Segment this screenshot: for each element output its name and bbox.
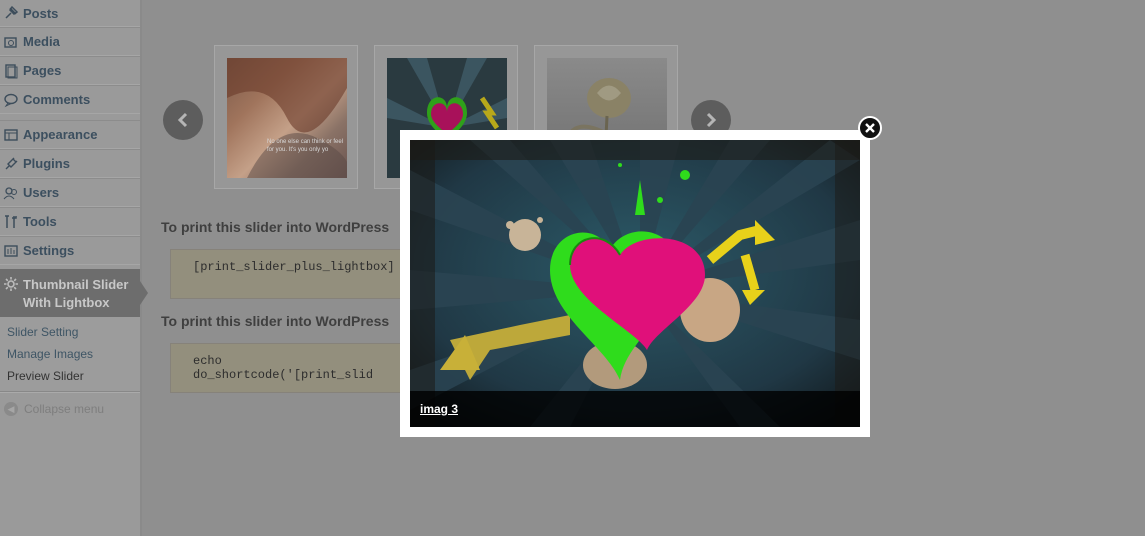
submenu-manage-images[interactable]: Manage Images xyxy=(0,343,140,365)
gear-icon xyxy=(3,276,19,292)
tools-icon xyxy=(3,214,19,230)
sidebar-item-users[interactable]: Users xyxy=(0,178,140,207)
sidebar-item-settings[interactable]: Settings xyxy=(0,236,140,265)
submenu-slider-setting[interactable]: Slider Setting xyxy=(0,321,140,343)
submenu-preview-slider[interactable]: Preview Slider xyxy=(0,365,140,387)
sidebar-item-label: Appearance xyxy=(23,127,98,142)
plugin-submenu: Slider Setting Manage Images Preview Sli… xyxy=(0,317,140,392)
sidebar-item-label: Settings xyxy=(23,243,75,258)
lightbox-caption-bar: imag 3 xyxy=(410,391,860,427)
plugins-icon xyxy=(3,156,19,172)
settings-icon xyxy=(3,243,19,259)
sidebar-item-comments[interactable]: Comments xyxy=(0,85,140,114)
php-code-box[interactable]: echo do_shortcode('[print_slid xyxy=(170,343,410,393)
sidebar-item-posts[interactable]: Posts xyxy=(0,0,140,27)
sidebar-item-label: Users xyxy=(23,185,60,200)
pin-icon xyxy=(3,5,19,21)
comments-icon xyxy=(3,92,19,108)
sidebar-item-label: Comments xyxy=(23,92,91,107)
sidebar-item-label: Pages xyxy=(23,63,62,78)
collapse-arrow-icon: ◀ xyxy=(4,402,18,416)
close-icon xyxy=(865,123,875,133)
shortcode-heading: To print this slider into WordPress xyxy=(161,219,390,235)
collapse-menu-label: Collapse menu xyxy=(24,402,105,416)
php-code-text: echo do_shortcode('[print_slid xyxy=(193,354,374,382)
sidebar-item-label: Thumbnail Slider With Lightbox xyxy=(23,277,129,310)
sidebar-item-media[interactable]: Media xyxy=(0,27,140,56)
lightbox-image-heart: imag 3 xyxy=(410,140,860,427)
shortcode-text: [print_slider_plus_lightbox] xyxy=(193,260,395,274)
thumbnail-caption: No one else can think or feel for you. I… xyxy=(267,139,344,153)
media-icon xyxy=(3,34,19,50)
admin-sidebar: Posts Media Pages Comments Appearance Pl… xyxy=(0,0,148,536)
lightbox-caption[interactable]: imag 3 xyxy=(420,402,458,416)
chevron-left-icon xyxy=(177,112,188,128)
sidebar-item-thumbnail-slider[interactable]: Thumbnail Slider With Lightbox xyxy=(0,269,148,317)
lightbox-popup: imag 3 xyxy=(400,130,870,437)
appearance-icon xyxy=(3,127,19,143)
pages-icon xyxy=(3,63,19,79)
sidebar-item-tools[interactable]: Tools xyxy=(0,207,140,236)
sidebar-item-appearance[interactable]: Appearance xyxy=(0,120,140,149)
sidebar-item-label: Posts xyxy=(23,5,59,21)
users-icon xyxy=(3,185,19,201)
slider-prev-button[interactable] xyxy=(163,100,203,140)
collapse-menu-button[interactable]: ◀ Collapse menu xyxy=(0,392,140,425)
shortcode-box[interactable]: [print_slider_plus_lightbox] xyxy=(170,249,410,299)
sidebar-item-label: Plugins xyxy=(23,156,70,171)
sidebar-item-pages[interactable]: Pages xyxy=(0,56,140,85)
slider-thumbnail-1[interactable]: No one else can think or feel for you. I… xyxy=(214,45,358,189)
sidebar-item-label: Media xyxy=(23,34,60,49)
thumbnail-image-canyon: No one else can think or feel for you. I… xyxy=(227,58,347,178)
sidebar-item-label: Tools xyxy=(23,214,57,229)
lightbox-close-button[interactable] xyxy=(858,116,882,140)
php-code-heading: To print this slider into WordPress xyxy=(161,313,390,329)
chevron-right-icon xyxy=(706,112,717,128)
sidebar-item-plugins[interactable]: Plugins xyxy=(0,149,140,178)
